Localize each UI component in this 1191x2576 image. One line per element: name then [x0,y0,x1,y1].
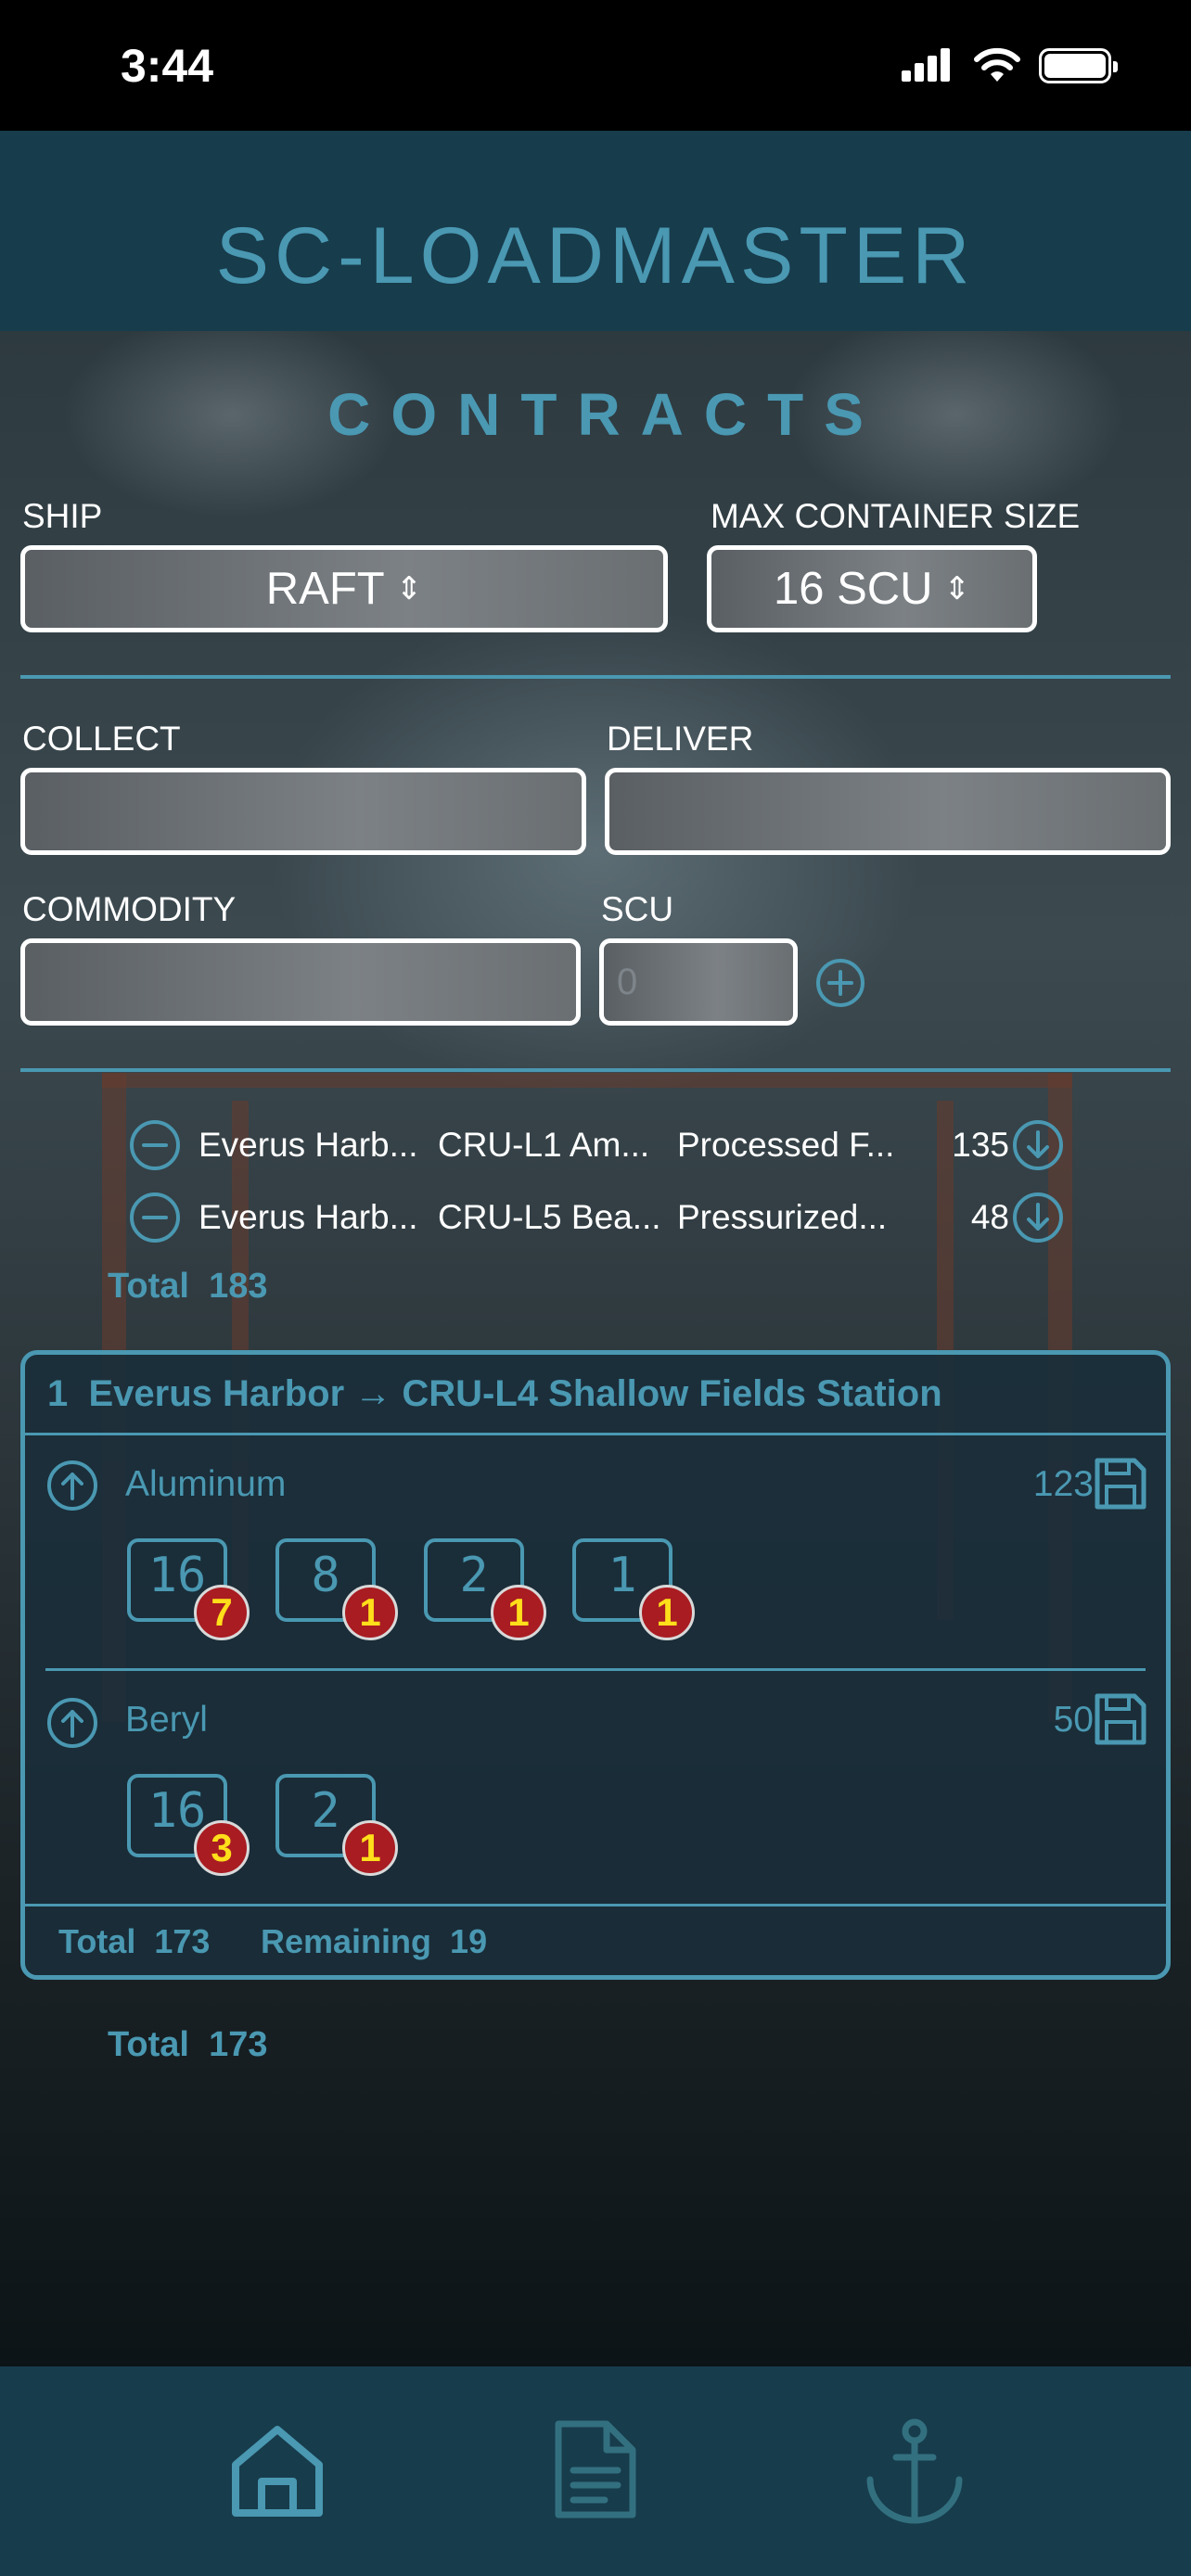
grand-total: Total 173 [108,2025,267,2065]
battery-icon [1039,48,1118,83]
contract-scu: 135 [952,1126,1009,1164]
contract-deliver: CRU-L1 Am... [438,1126,650,1164]
container-crate: 16 7 [127,1538,250,1640]
wifi-icon [974,47,1020,82]
scu-placeholder: 0 [617,962,638,1002]
collect-label: COLLECT [22,720,181,758]
anchor-icon[interactable] [861,2418,968,2526]
contracts-total: Total 183 [108,1267,267,1307]
chevron-up-down-icon: ⇕ [943,571,971,606]
status-time: 3:44 [121,40,214,92]
commodity-scu: 123 [1032,1464,1094,1504]
container-count-badge: 1 [491,1585,546,1640]
grand-total-label: Total [108,2025,189,2064]
route-total-value: 173 [154,1922,211,1960]
contracts-total-label: Total [108,1267,189,1306]
container-count-badge: 3 [194,1820,250,1876]
contract-row: Everus Harb... CRU-L1 Am... Processed F.… [128,1118,1074,1174]
contract-collect: Everus Harb... [198,1198,418,1236]
ship-select[interactable]: RAFT ⇕ [20,545,668,632]
container-crate: 2 1 [424,1538,546,1640]
remove-contract-button[interactable] [128,1118,182,1172]
route-remaining-value: 19 [450,1922,488,1960]
contract-collect: Everus Harb... [198,1126,418,1164]
contracts-total-value: 183 [209,1267,268,1306]
commodity-field[interactable] [20,938,581,1026]
route-index: 1 [47,1373,69,1414]
home-icon[interactable] [226,2418,328,2520]
route-total-label: Total [58,1922,136,1960]
ship-value: RAFT [265,564,385,614]
document-icon[interactable] [549,2418,642,2520]
scu-field[interactable]: 0 [599,938,798,1026]
save-icon[interactable] [1092,1455,1149,1512]
route-header: 1 Everus Harbor → CRU-L4 Shallow Fields … [25,1355,1166,1433]
commodity-label: COMMODITY [22,890,237,928]
container-crate: 8 1 [275,1538,398,1640]
container-count-badge: 1 [342,1820,398,1876]
container-crate: 2 1 [275,1774,398,1876]
route-card: 1 Everus Harbor → CRU-L4 Shallow Fields … [20,1350,1171,1980]
status-bar: 3:44 [0,0,1191,131]
contract-commodity: Pressurized... [677,1198,888,1236]
app-title: SC-LOADMASTER [215,211,976,300]
ship-label: SHIP [22,497,103,535]
contract-commodity: Processed F... [677,1126,895,1164]
contract-scu: 48 [970,1198,1009,1236]
route-title: Everus Harbor → CRU-L4 Shallow Fields St… [88,1373,942,1414]
divider [20,675,1171,679]
container-crate: 1 1 [572,1538,695,1640]
tab-bar [0,2366,1191,2576]
commodity-scu: 50 [1053,1700,1094,1740]
route-remaining-label: Remaining [261,1922,432,1960]
deliver-field[interactable] [605,768,1171,855]
container-count-badge: 7 [194,1585,250,1640]
chevron-up-down-icon: ⇕ [395,571,423,606]
scu-label: SCU [601,890,674,928]
arrow-up-circle-icon[interactable] [45,1459,99,1512]
commodity-name: Beryl [125,1700,208,1740]
cellular-signal-icon [902,48,952,82]
commodity-name: Aluminum [125,1464,287,1504]
deliver-label: DELIVER [607,720,754,758]
route-total: Total 173 [58,1922,210,1961]
container-crate: 16 3 [127,1774,250,1876]
collect-field[interactable] [20,768,586,855]
divider [20,1068,1171,1072]
divider [25,1433,1166,1435]
max-container-label: MAX CONTAINER SIZE [711,497,1081,535]
max-container-value: 16 SCU [773,564,933,614]
app-header: SC-LOADMASTER [0,131,1191,331]
contract-deliver: CRU-L5 Bea... [438,1198,661,1236]
divider [25,1904,1166,1906]
max-container-select[interactable]: 16 SCU ⇕ [707,545,1037,632]
save-icon[interactable] [1092,1690,1149,1748]
divider [45,1668,1146,1671]
arrow-up-circle-icon[interactable] [45,1696,99,1750]
container-count-badge: 1 [639,1585,695,1640]
arrow-down-circle-icon[interactable] [1011,1191,1065,1244]
route-remaining: Remaining 19 [261,1922,487,1961]
grand-total-value: 173 [209,2025,268,2064]
container-count-badge: 1 [342,1585,398,1640]
arrow-down-circle-icon[interactable] [1011,1118,1065,1172]
contract-row: Everus Harb... CRU-L5 Bea... Pressurized… [128,1191,1074,1246]
page-title: CONTRACTS [327,381,884,448]
remove-contract-button[interactable] [128,1191,182,1244]
add-contract-button[interactable] [814,957,866,1009]
